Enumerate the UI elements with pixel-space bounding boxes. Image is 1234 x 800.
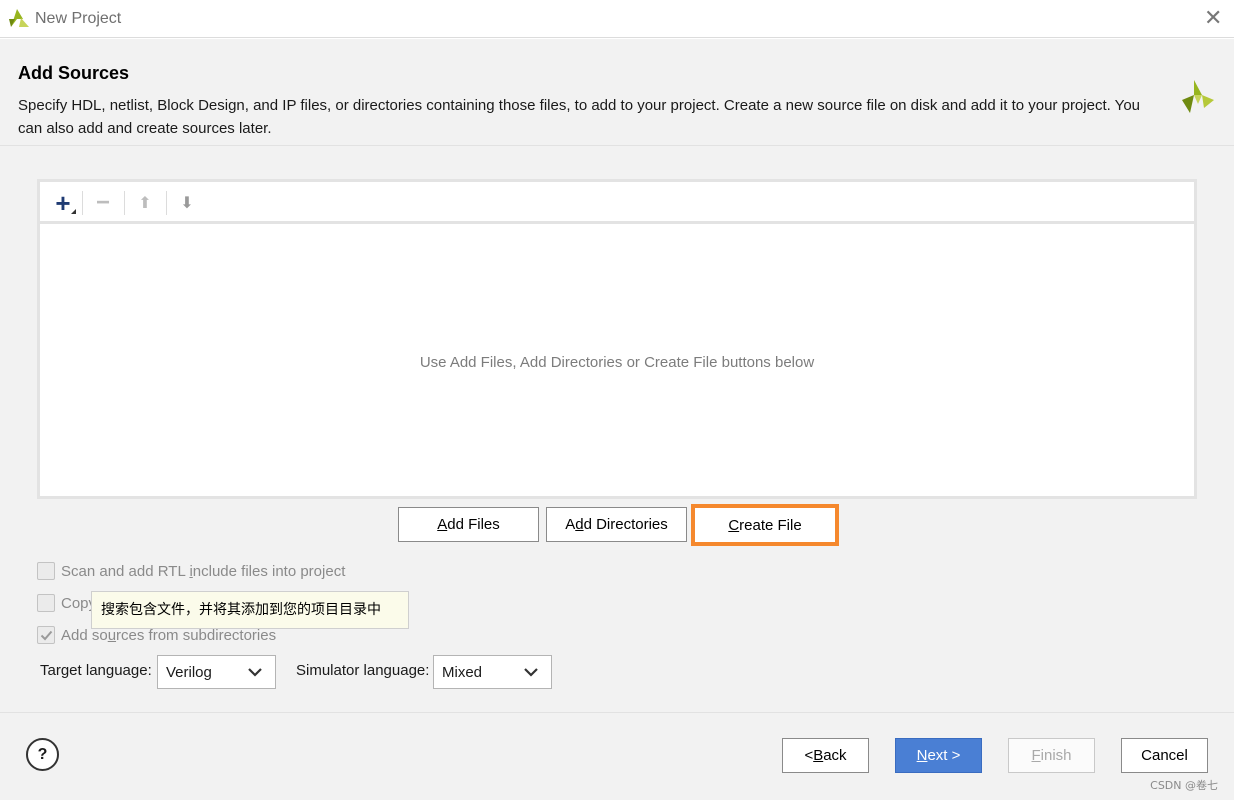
arrow-up-icon: ⬆ bbox=[138, 195, 152, 212]
button-label: reate File bbox=[739, 516, 802, 534]
close-icon[interactable]: ✕ bbox=[1204, 7, 1222, 29]
next-button[interactable]: Next > bbox=[895, 738, 982, 773]
button-label: dd Files bbox=[447, 516, 500, 533]
button-label: < bbox=[804, 747, 814, 764]
move-down-button[interactable]: ⬇ bbox=[172, 189, 202, 217]
create-file-button[interactable]: Create File bbox=[691, 504, 839, 546]
page-title: Add Sources bbox=[18, 63, 130, 83]
vivado-logo-icon bbox=[1182, 80, 1214, 113]
add-files-button[interactable]: Add Files bbox=[398, 507, 539, 542]
target-language-label: Target language: bbox=[40, 662, 152, 679]
mnemonic: F bbox=[1031, 747, 1041, 764]
page-header: Add Sources Specify HDL, netlist, Block … bbox=[0, 39, 1234, 146]
title-bar: New Project ✕ bbox=[0, 0, 1234, 38]
empty-sources-message: Use Add Files, Add Directories or Create… bbox=[419, 354, 815, 371]
cancel-button[interactable]: Cancel bbox=[1121, 738, 1208, 773]
toolbar-separator bbox=[166, 191, 167, 215]
button-label: ack bbox=[823, 747, 847, 764]
scan-rtl-label: Scan and add RTL include files into proj… bbox=[61, 562, 346, 580]
mnemonic: C bbox=[728, 516, 740, 534]
window-title: New Project bbox=[35, 10, 122, 27]
button-label: d Directories bbox=[583, 516, 668, 533]
toolbar-separator bbox=[124, 191, 125, 215]
toolbar-separator bbox=[82, 191, 83, 215]
add-directories-button[interactable]: Add Directories bbox=[546, 507, 687, 542]
scan-rtl-checkbox[interactable] bbox=[37, 562, 55, 580]
mnemonic: N bbox=[916, 747, 928, 764]
button-label: A bbox=[565, 516, 576, 533]
scan-rtl-option[interactable]: Scan and add RTL include files into proj… bbox=[37, 561, 345, 581]
add-subdirs-checkbox[interactable] bbox=[37, 626, 55, 644]
mnemonic: B bbox=[813, 747, 824, 764]
chevron-down-icon bbox=[524, 668, 538, 677]
add-subdirs-label: Add sources from subdirectories bbox=[61, 626, 277, 644]
simulator-language-label: Simulator language: bbox=[296, 662, 430, 679]
question-icon: ? bbox=[37, 745, 48, 763]
target-language-select[interactable]: Verilog bbox=[157, 655, 276, 689]
minus-icon: − bbox=[95, 189, 110, 216]
back-button[interactable]: < Back bbox=[782, 738, 869, 773]
copy-sources-option[interactable]: Copy bbox=[37, 593, 96, 613]
target-language-value: Verilog bbox=[166, 663, 212, 681]
page-description: Specify HDL, netlist, Block Design, and … bbox=[18, 97, 1140, 137]
checkmark-icon bbox=[40, 630, 52, 640]
button-label: ext > bbox=[927, 747, 961, 764]
vivado-logo-icon bbox=[9, 9, 29, 27]
button-label: Cancel bbox=[1141, 747, 1188, 764]
tooltip: 搜索包含文件，并将其添加到您的项目目录中 bbox=[91, 591, 409, 629]
mnemonic: A bbox=[437, 516, 448, 533]
simulator-language-select[interactable]: Mixed bbox=[433, 655, 552, 689]
move-up-button[interactable]: ⬆ bbox=[130, 189, 160, 217]
help-button[interactable]: ? bbox=[26, 738, 59, 771]
copy-sources-checkbox[interactable] bbox=[37, 594, 55, 612]
chevron-down-icon bbox=[248, 668, 262, 677]
remove-button[interactable]: − bbox=[88, 189, 118, 217]
button-label: inish bbox=[1040, 747, 1072, 764]
add-sources-button[interactable]: + bbox=[48, 189, 78, 217]
simulator-language-value: Mixed bbox=[442, 663, 483, 681]
watermark: CSDN @卷七 bbox=[1150, 779, 1218, 792]
sources-toolbar: + − ⬆ ⬇ bbox=[40, 182, 1194, 224]
plus-icon: + bbox=[55, 188, 71, 218]
sources-panel: + − ⬆ ⬇ Use Add Files, Add Directories o… bbox=[37, 179, 1197, 499]
mnemonic: d bbox=[575, 516, 584, 533]
dropdown-corner-icon bbox=[71, 209, 76, 214]
arrow-down-icon: ⬇ bbox=[180, 195, 194, 212]
finish-button[interactable]: Finish bbox=[1008, 738, 1095, 773]
